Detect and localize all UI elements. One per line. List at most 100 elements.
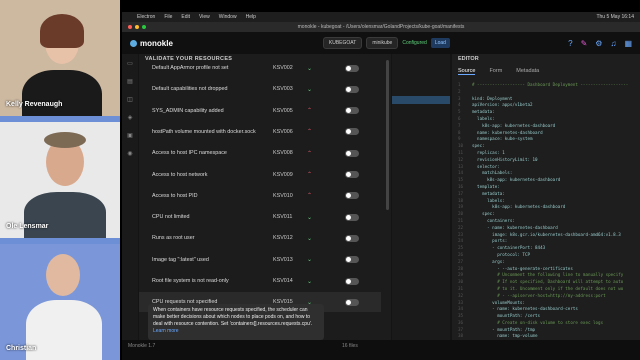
code-line: 13 selector: [458, 163, 500, 169]
code-line: 19 k8s-app: kubernetes-dashboard [458, 204, 566, 210]
code-line: 26 protocol: TCP [458, 251, 530, 257]
maximize-window-button[interactable] [142, 25, 146, 29]
rule-row[interactable]: Default AppArmor profile not set KSV002 ⌄ [139, 58, 381, 78]
menu-view[interactable]: View [199, 14, 210, 20]
notifications-icon[interactable]: ♫ [610, 39, 616, 48]
code-line: 35 mountPath: /certs [458, 313, 541, 319]
rule-toggle[interactable] [345, 277, 359, 285]
code-line: 14 matchLabels: [458, 170, 513, 176]
rule-toggle[interactable] [345, 64, 359, 72]
rule-code: KSV002 [273, 65, 293, 71]
rule-code: KSV006 [273, 128, 293, 135]
severity-icon: ⌄ [307, 278, 313, 285]
menu-help[interactable]: Help [246, 14, 256, 20]
code-line: 27 args: [458, 258, 505, 264]
severity-icon: ⌃ [307, 108, 313, 115]
plugins-icon[interactable]: ◈ [128, 114, 133, 121]
code-line: 37 - mountPath: /tmp [458, 326, 536, 332]
rule-row[interactable]: Access to host IPC namespace KSV008 ⌃ [139, 143, 381, 163]
folder-icon[interactable]: ▭ [127, 60, 133, 67]
rule-toggle[interactable] [345, 234, 359, 242]
severity-icon: ⌄ [307, 235, 313, 242]
code-line: 5 metadata: [458, 109, 495, 115]
project-selector[interactable]: KUBEGOAT [322, 37, 363, 49]
menu-file[interactable]: File [164, 14, 172, 20]
rule-row[interactable]: Root file system is not read-only KSV014 ⌄ [139, 271, 381, 291]
settings-icon[interactable]: ⚙ [595, 39, 602, 48]
code-line: 1 # ------------------- Dashboard Deploym… [458, 82, 629, 87]
code-line: 17 metadata: [458, 190, 505, 196]
cluster-selector[interactable]: minikube [366, 37, 399, 49]
code-line: 18 labels: [458, 197, 505, 203]
rule-code: KSV014 [273, 278, 293, 284]
panel-scrollbar[interactable] [386, 60, 389, 210]
severity-icon: ⌄ [307, 257, 313, 264]
rule-row[interactable]: SYS_ADMIN capability added KSV005 ⌃ [139, 101, 381, 121]
templates-icon[interactable]: ◫ [127, 96, 133, 103]
rule-toggle[interactable] [345, 213, 359, 221]
code-line: 20 spec: [458, 211, 495, 217]
selected-resource-highlight[interactable] [392, 96, 450, 104]
files-icon[interactable]: ▤ [127, 78, 133, 85]
rule-toggle[interactable] [345, 171, 359, 178]
rule-code: KSV010 [273, 192, 293, 199]
rule-row[interactable]: Runs as root user KSV012 ⌄ [139, 228, 381, 248]
paint-icon[interactable]: ✎ [581, 39, 588, 48]
app-header: monokle KUBEGOAT minikube Configured Loa… [122, 32, 640, 54]
rule-toggle[interactable] [345, 107, 359, 115]
participant-name: Christian [6, 345, 37, 352]
editor-title: EDITOR [458, 56, 479, 62]
validation-icon[interactable]: ◉ [127, 150, 132, 157]
status-right: 16 files [342, 343, 358, 349]
menu-app[interactable]: Electron [137, 14, 155, 20]
menu-window[interactable]: Window [219, 14, 237, 20]
rule-toggle[interactable] [345, 298, 359, 306]
code-editor[interactable]: 1 # ------------------- Dashboard Deploym… [458, 82, 636, 338]
mac-menubar: Electron File Edit View Window Help Thu … [122, 12, 640, 22]
editor-panel: EDITOR Source Form Metadata 1 # ---------… [452, 54, 640, 340]
severity-icon: ⌃ [307, 172, 313, 178]
rule-toggle[interactable] [345, 149, 359, 157]
code-line: 31 # to it. Uncomment only if the defaul… [458, 285, 624, 291]
menu-edit[interactable]: Edit [181, 14, 190, 20]
code-line: 11 replicas: 1 [458, 149, 505, 155]
code-line: 33 volumeMounts: [458, 299, 525, 305]
rule-toggle[interactable] [345, 85, 359, 93]
rule-toggle[interactable] [345, 128, 359, 136]
help-icon[interactable]: ? [568, 39, 572, 48]
menubar-clock: Thu 5 May 16:14 [596, 14, 634, 20]
code-line: 8 name: kubernetes-dashboard [458, 129, 543, 135]
rule-row[interactable]: Default capabilities not dropped KSV003 ⌄ [139, 79, 381, 99]
rule-label: Access to host PID [152, 192, 198, 199]
rule-toggle[interactable] [345, 192, 359, 200]
layout-icon[interactable]: ▦ [624, 39, 632, 48]
close-window-button[interactable] [128, 25, 132, 29]
rule-row[interactable]: Access to host PID KSV010 ⌃ [139, 186, 381, 206]
rule-row[interactable]: Access to host network KSV009 ⌃ [139, 165, 381, 185]
tab-form[interactable]: Form [489, 68, 502, 75]
rule-code: KSV009 [273, 171, 293, 178]
status-bar: Monokle 1.7 16 files [122, 340, 640, 360]
severity-icon: ⌃ [307, 129, 313, 136]
participant-name: Ole Lensmar [6, 223, 49, 230]
tab-source[interactable]: Source [458, 68, 476, 75]
rule-label: hostPath volume mounted with docker.sock [152, 128, 256, 135]
load-button[interactable]: Load [430, 38, 450, 48]
learn-more-link[interactable]: Learn more [153, 328, 319, 335]
code-line: 3 kind: Deployment [458, 95, 513, 101]
window-titlebar: monokle - kubegoat - /Users/olensmar/Gol… [122, 22, 640, 32]
tab-metadata[interactable]: Metadata [516, 68, 539, 75]
rule-label: Default AppArmor profile not set [152, 65, 229, 71]
video-participants-column: Kelly Revenaugh Ole Lensmar Christian [0, 0, 120, 360]
severity-icon: ⌃ [307, 193, 313, 200]
rule-row[interactable]: hostPath volume mounted with docker.sock… [139, 122, 381, 142]
terminal-icon[interactable]: ▣ [127, 132, 133, 139]
rule-toggle[interactable] [345, 256, 359, 264]
rule-row[interactable]: CPU not limited KSV011 ⌄ [139, 207, 381, 227]
code-line: 4 apiVersion: apps/v1beta2 [458, 102, 533, 108]
severity-icon: ⌃ [307, 150, 313, 157]
rule-row[interactable]: Image tag ":latest" used KSV013 ⌄ [139, 250, 381, 270]
video-tile-kelly: Kelly Revenaugh [0, 0, 120, 116]
minimize-window-button[interactable] [135, 25, 139, 29]
video-tile-ole: Ole Lensmar [0, 122, 120, 238]
